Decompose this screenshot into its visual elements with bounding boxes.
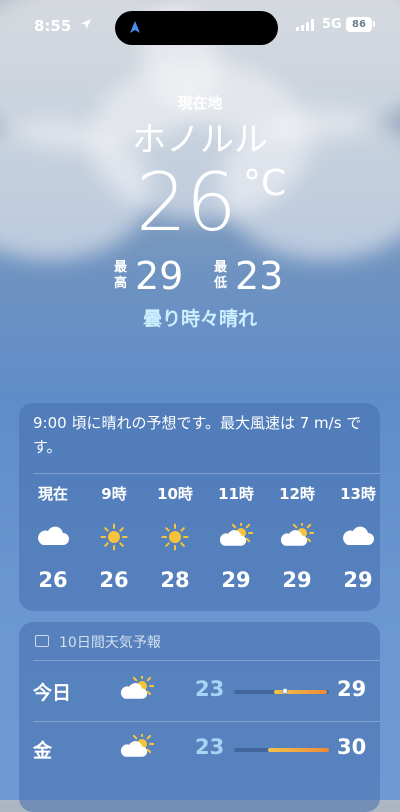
hour-label: 10時 (157, 485, 193, 503)
battery-tip (373, 21, 375, 27)
temperature-range-bar (234, 748, 329, 752)
status-time: 8:55 (34, 17, 72, 35)
hour-temperature: 29 (282, 568, 312, 592)
hour-icon (280, 520, 315, 551)
temperature-unit: °C (243, 163, 287, 204)
hourly-item: 現在 26 (23, 483, 83, 592)
partly-cloudy-icon (219, 520, 254, 546)
hourly-item: 11時 29 (206, 483, 266, 592)
temperature-range-bar (234, 688, 329, 694)
hour-temperature: 26 (99, 568, 129, 592)
condition-text: 曇り時々晴れ (142, 308, 257, 330)
hour-temperature: 29 (221, 568, 251, 592)
day-row[interactable]: 金 23 30 (19, 722, 380, 778)
divider (33, 660, 380, 661)
hourly-forecast-card[interactable]: 9:00 頃に晴れの予想です。最大風速は 7 m/s です。 現在 26 9時 … (19, 403, 380, 611)
day-low: 23 (195, 677, 225, 701)
battery-level: 86 (352, 19, 366, 30)
calendar-icon (35, 635, 49, 647)
ten-day-forecast-card[interactable]: 10日間天気予報 今日 23 29 金 23 30 (19, 622, 380, 812)
day-row[interactable]: 今日 23 29 (19, 664, 380, 720)
current-temperature: 26 (136, 156, 237, 249)
city-name: ホノルル (132, 120, 268, 160)
cloud-icon (343, 526, 374, 545)
sun-icon (161, 523, 189, 551)
partly-cloudy-icon (280, 520, 315, 546)
hourly-summary: 9:00 頃に晴れの予想です。最大風速は 7 m/s です。 (33, 414, 362, 456)
hour-temperature: 29 (343, 568, 373, 592)
day-weather-icon (120, 731, 156, 764)
partly-cloudy-icon (120, 731, 155, 757)
day-weather-icon (120, 673, 156, 706)
hour-temperature: 26 (38, 568, 68, 592)
hour-icon (341, 523, 375, 551)
location-arrow-icon (81, 19, 91, 29)
low-label: 最低 (214, 260, 228, 291)
hourly-item: 10時 28 (145, 483, 205, 592)
status-bar: 8:55 5G 86 (0, 0, 400, 50)
cellular-signal-icon (296, 19, 316, 31)
sun-icon (100, 523, 128, 551)
high-label: 最高 (114, 260, 128, 291)
temperature-range-fill (268, 748, 329, 752)
hourly-item: 12時 29 (267, 483, 327, 592)
divider (33, 473, 380, 474)
hour-label: 12時 (279, 485, 315, 503)
hour-label: 13時 (340, 485, 376, 503)
hour-label: 9時 (101, 485, 127, 503)
hour-icon (36, 523, 70, 551)
cloud-icon (38, 526, 69, 545)
navigation-arrow-icon (130, 21, 140, 33)
day-label: 今日 (33, 682, 72, 704)
hour-icon (219, 520, 254, 551)
location-label: 現在地 (177, 94, 223, 112)
network-type: 5G (322, 17, 342, 32)
hour-temperature: 28 (160, 568, 190, 592)
day-label: 金 (33, 740, 53, 762)
hour-label: 現在 (37, 485, 68, 503)
hourly-item: 9時 26 (84, 483, 144, 592)
hour-icon (97, 523, 131, 551)
hour-label: 11時 (218, 485, 254, 503)
ten-day-title: 10日間天気予報 (59, 635, 161, 651)
partly-cloudy-icon (120, 673, 155, 699)
high-low: 最高 29 最低 23 (0, 253, 400, 299)
battery-icon: 86 (346, 17, 372, 32)
hour-icon (158, 523, 192, 551)
day-high: 30 (337, 735, 367, 759)
low-temp: 23 (235, 254, 284, 298)
day-low: 23 (195, 735, 225, 759)
day-high: 29 (337, 677, 367, 701)
hourly-item: 13時 29 (328, 483, 380, 592)
high-temp: 29 (135, 254, 184, 298)
